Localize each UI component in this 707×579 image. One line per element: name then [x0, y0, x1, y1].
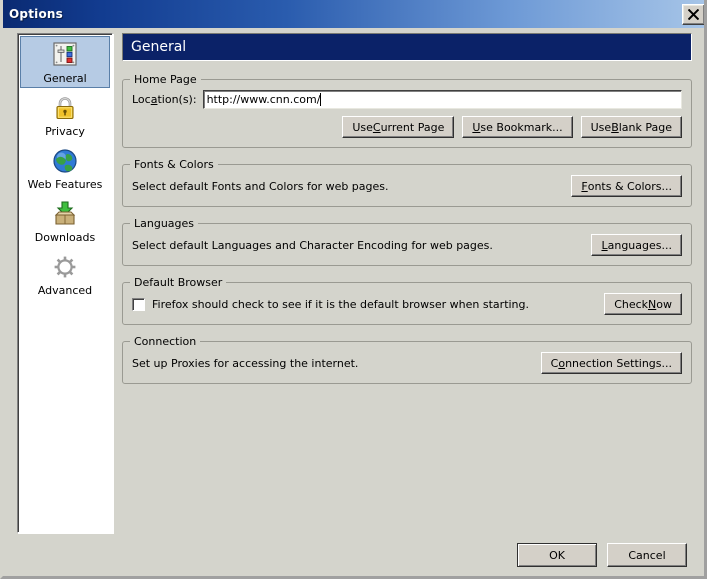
sidebar-item-web-features[interactable]: Web Features — [20, 142, 110, 194]
download-box-icon — [49, 199, 81, 230]
page-title: General — [131, 39, 187, 55]
connection-description: Set up Proxies for accessing the interne… — [132, 356, 359, 370]
sidebar-item-general[interactable]: General — [20, 36, 110, 88]
group-title: Home Page — [130, 73, 201, 86]
check-now-button[interactable]: Check Now — [604, 293, 682, 315]
group-home-page: Home Page Location(s): http://www.cnn.co… — [122, 73, 692, 148]
ok-button[interactable]: OK — [517, 543, 597, 567]
location-label: Location(s): — [132, 93, 197, 106]
title-bar: Options — [3, 0, 704, 28]
default-browser-checkbox-label: Firefox should check to see if it is the… — [152, 297, 530, 311]
use-current-page-button[interactable]: Use Current Page — [342, 116, 455, 138]
dialog-footer: OK Cancel — [3, 543, 704, 567]
connection-row: Set up Proxies for accessing the interne… — [132, 352, 682, 374]
close-icon — [688, 9, 699, 20]
sidebar-item-downloads[interactable]: Downloads — [20, 195, 110, 247]
location-value: http://www.cnn.com/ — [206, 93, 321, 106]
gear-icon — [49, 252, 81, 283]
settings-pane: General Home Page Location(s): http://ww… — [122, 33, 692, 384]
use-bookmark-button[interactable]: Use Bookmark... — [462, 116, 573, 138]
languages-description: Select default Languages and Character E… — [132, 238, 493, 252]
sidebar-item-label: Privacy — [45, 125, 85, 138]
cancel-button[interactable]: Cancel — [607, 543, 687, 567]
sidebar-item-advanced[interactable]: Advanced — [20, 248, 110, 300]
sidebar-item-label: Downloads — [34, 231, 96, 244]
default-browser-row: Firefox should check to see if it is the… — [132, 293, 682, 315]
home-page-button-row: Use Current Page Use Bookmark... Use Bla… — [132, 116, 682, 138]
fonts-colors-row: Select default Fonts and Colors for web … — [132, 175, 682, 197]
sidebar-item-label: General — [43, 72, 87, 85]
group-connection: Connection Set up Proxies for accessing … — [122, 335, 692, 384]
fonts-colors-button[interactable]: Fonts & Colors... — [571, 175, 682, 197]
sliders-panel-icon — [49, 40, 81, 71]
padlock-icon — [49, 93, 81, 124]
group-fonts-colors: Fonts & Colors Select default Fonts and … — [122, 158, 692, 207]
group-title: Languages — [130, 217, 199, 230]
sidebar-item-label: Web Features — [27, 178, 103, 191]
globe-icon — [49, 146, 81, 177]
default-browser-checkbox[interactable]: Firefox should check to see if it is the… — [132, 297, 604, 311]
languages-button[interactable]: Languages... — [591, 234, 682, 256]
group-title: Fonts & Colors — [130, 158, 218, 171]
languages-row: Select default Languages and Character E… — [132, 234, 682, 256]
home-page-location-row: Location(s): http://www.cnn.com/ — [132, 90, 682, 109]
close-button[interactable] — [682, 4, 704, 25]
options-dialog: Options General Privacy Web Features Dow… — [0, 0, 707, 579]
sidebar-item-privacy[interactable]: Privacy — [20, 89, 110, 141]
group-default-browser: Default Browser Firefox should check to … — [122, 276, 692, 325]
group-title: Default Browser — [130, 276, 227, 289]
category-list[interactable]: General Privacy Web Features Downloads A… — [17, 33, 113, 533]
checkbox-box-icon — [132, 297, 145, 311]
window-title: Options — [9, 7, 63, 21]
sidebar-item-label: Advanced — [37, 284, 93, 297]
pane-header: General — [122, 33, 692, 61]
fonts-colors-description: Select default Fonts and Colors for web … — [132, 179, 389, 193]
group-languages: Languages Select default Languages and C… — [122, 217, 692, 266]
connection-settings-button[interactable]: Co nnection Settings... — [540, 352, 682, 374]
text-caret — [320, 93, 322, 106]
home-page-location-input[interactable]: http://www.cnn.com/ — [202, 90, 682, 109]
use-blank-page-button[interactable]: Use Blank Page — [580, 116, 682, 138]
group-title: Connection — [130, 335, 201, 348]
